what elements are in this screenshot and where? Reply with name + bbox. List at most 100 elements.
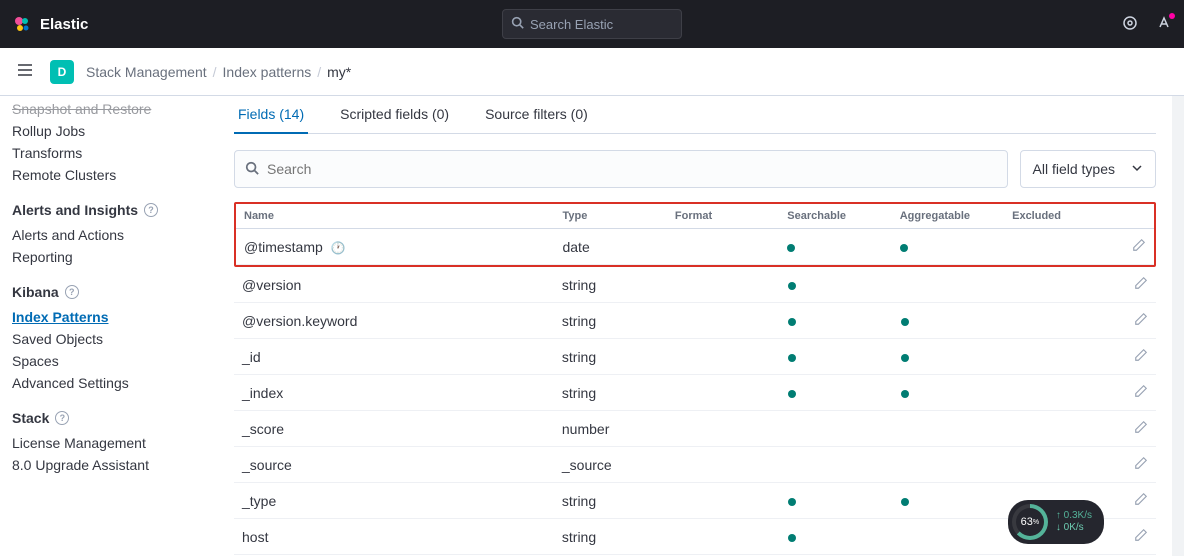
tab[interactable]: Fields (14) [234,96,308,134]
field-aggregatable [893,375,1006,411]
sidebar-item[interactable]: Transforms [12,142,194,164]
field-name: @timestamp 🕐 [236,229,554,265]
field-name: _source [234,447,554,483]
global-search[interactable]: Search Elastic [502,9,682,39]
field-name: host [234,519,554,555]
table-header[interactable]: Excluded [1004,204,1116,229]
field-aggregatable [893,519,1006,555]
sidebar-item[interactable]: Alerts and Actions [12,224,194,246]
field-aggregatable [892,229,1004,265]
field-format [667,411,780,447]
field-searchable [780,339,893,375]
field-excluded [1005,267,1118,303]
field-type: string [554,375,667,411]
table-row: @version.keywordstring [234,303,1156,339]
edit-field[interactable] [1118,447,1156,483]
sidebar-section-title: Alerts and Insights ? [12,202,194,218]
field-excluded [1005,339,1118,375]
table-header[interactable] [1117,204,1154,229]
field-type: string [554,303,667,339]
field-format [667,375,780,411]
edit-field[interactable] [1118,483,1156,519]
field-name: _id [234,339,554,375]
tab[interactable]: Source filters (0) [481,96,592,133]
edit-field[interactable] [1118,267,1156,303]
field-type: date [554,229,666,265]
edit-field[interactable] [1118,375,1156,411]
table-row: _indexstring [234,375,1156,411]
global-search-placeholder: Search Elastic [530,17,613,32]
sidebar-item[interactable]: Remote Clusters [12,164,194,186]
edit-field[interactable] [1118,411,1156,447]
table-header[interactable]: Name [236,204,554,229]
field-searchable [780,483,893,519]
table-header[interactable]: Format [667,204,779,229]
field-format [667,267,780,303]
field-aggregatable [893,483,1006,519]
field-aggregatable [893,411,1006,447]
field-type: number [554,411,667,447]
field-excluded [1005,411,1118,447]
topbar: Elastic Search Elastic [0,0,1184,48]
help-icon[interactable]: ? [55,411,69,425]
field-types-dropdown[interactable]: All field types [1020,150,1156,188]
help-icon[interactable]: ? [65,285,79,299]
field-searchable [780,303,893,339]
search-input[interactable] [267,161,997,177]
sidebar-item[interactable]: Rollup Jobs [12,120,194,142]
edit-field[interactable] [1118,519,1156,555]
field-excluded [1005,447,1118,483]
field-type: string [554,267,667,303]
chevron-down-icon [1131,161,1143,177]
field-excluded [1005,375,1118,411]
help-icon[interactable]: ? [144,203,158,217]
sidebar-item[interactable]: Snapshot and Restore [12,98,194,120]
clock-icon: 🕐 [331,241,346,255]
metrics-percent: 63 [1021,516,1033,528]
sidebar-item[interactable]: 8.0 Upgrade Assistant [12,454,194,476]
field-searchable [780,447,893,483]
field-name: _type [234,483,554,519]
table-header[interactable]: Searchable [779,204,891,229]
menu-toggle-icon[interactable] [12,57,38,86]
edit-field[interactable] [1117,229,1154,265]
edit-field[interactable] [1118,303,1156,339]
subheader: D Stack Management / Index patterns / my… [0,48,1184,96]
notification-dot [1169,13,1175,19]
tab[interactable]: Scripted fields (0) [336,96,453,133]
table-header[interactable]: Aggregatable [892,204,1004,229]
sidebar-item[interactable]: Reporting [12,246,194,268]
field-aggregatable [893,267,1006,303]
field-search[interactable] [234,150,1008,188]
field-aggregatable [893,447,1006,483]
sidebar-item[interactable]: Advanced Settings [12,372,194,394]
table-header[interactable]: Type [554,204,666,229]
field-format [667,229,779,265]
breadcrumb-item[interactable]: Stack Management [86,64,207,80]
space-selector[interactable]: D [50,60,74,84]
field-format [667,339,780,375]
newsfeed-icon[interactable] [1122,15,1138,34]
field-format [667,519,780,555]
field-searchable [779,229,891,265]
sidebar-item[interactable]: Index Patterns [12,306,194,328]
breadcrumb-item[interactable]: Index patterns [223,64,312,80]
sidebar-item[interactable]: Saved Objects [12,328,194,350]
field-type: string [554,483,667,519]
metrics-widget[interactable]: 63% ↑ 0.3K/s ↓ 0K/s [1008,500,1104,544]
field-type: string [554,519,667,555]
metrics-gauge: 63% [1012,504,1048,540]
field-excluded [1005,303,1118,339]
sidebar: Snapshot and RestoreRollup JobsTransform… [0,96,210,556]
help-icon[interactable] [1156,15,1172,34]
sidebar-item[interactable]: Spaces [12,350,194,372]
breadcrumb-current: my* [327,64,351,80]
field-aggregatable [893,339,1006,375]
edit-field[interactable] [1118,339,1156,375]
sidebar-item[interactable]: License Management [12,432,194,454]
brand-text: Elastic [40,16,88,33]
field-types-label: All field types [1033,161,1115,177]
field-searchable [780,267,893,303]
field-name: _score [234,411,554,447]
brand[interactable]: Elastic [12,14,88,34]
